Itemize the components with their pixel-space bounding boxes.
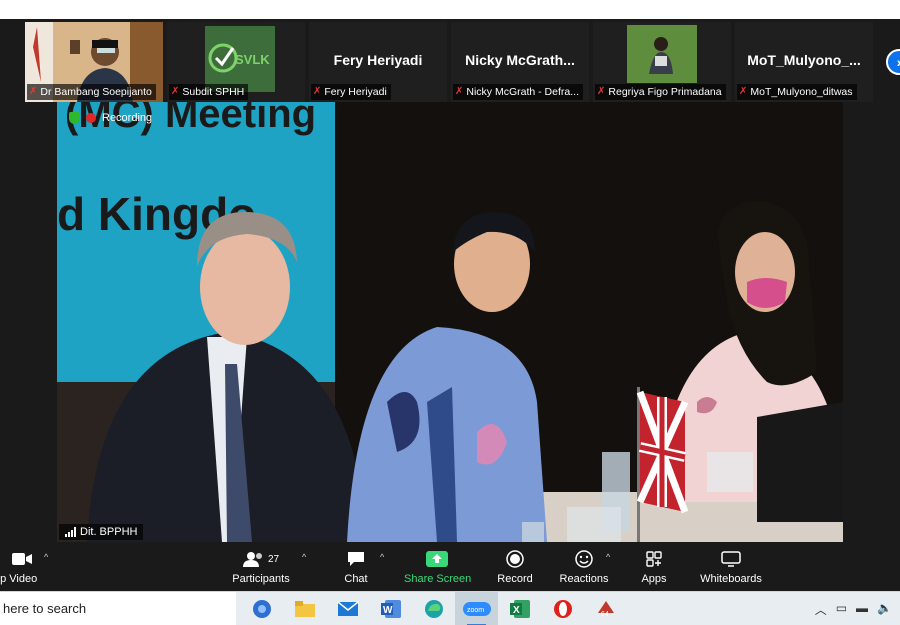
reactions-button[interactable]: Reactions [558,549,610,585]
mic-muted-icon: ✗ [171,86,180,97]
reactions-icon [558,549,610,569]
participant-display-name: Fery Heriyadi [333,52,423,68]
participant-label: ✗ Nicky McGrath - Defra... [453,84,583,100]
taskbar-edge-icon[interactable] [412,592,455,625]
signal-bars-icon [65,527,76,537]
zoom-meeting-window: ✗ Dr Bambang Soepijanto SVLK ✗ Subdit SPHH… [0,19,900,591]
recording-indicator[interactable]: Recording [69,112,152,124]
whiteboards-button[interactable]: Whiteboards [698,549,764,585]
record-button[interactable]: Record [495,549,535,585]
participant-tile[interactable]: Nicky McGrath... ✗ Nicky McGrath - Defra.… [451,22,589,102]
reactions-label: Reactions [559,573,609,585]
participant-label: ✗ Subdit SPHH [169,84,249,100]
share-screen-button[interactable]: Share Screen [404,549,472,585]
security-shield-icon [69,112,80,124]
mic-muted-icon: ✗ [739,86,748,97]
windows-taskbar: here to search W zoom X 64 ︿ ▭ ▬ 🔈 [0,591,900,625]
record-icon [495,549,535,569]
speaker-name: Dit. BPPHH [80,526,138,538]
stop-video-button[interactable]: op Video [0,549,44,585]
whiteboards-label: Whiteboards [700,573,762,585]
recording-label: Recording [102,112,153,124]
participant-display-name: Nicky McGrath... [465,52,575,68]
taskbar-search-box[interactable]: here to search [0,592,236,625]
tray-volume-icon[interactable]: 🔈 [877,601,892,618]
record-label: Record [497,573,533,585]
apps-label: Apps [641,573,667,585]
meeting-toolbar: op Video ^ 27 Participants ^ Chat ^ Shar… [0,543,900,591]
video-options-caret[interactable]: ^ [44,552,48,562]
taskbar-edge-blue-icon[interactable] [240,592,283,625]
stop-video-label: op Video [0,573,38,585]
taskbar-excel-icon[interactable]: X [498,592,541,625]
reactions-options-caret[interactable]: ^ [606,552,610,562]
mic-muted-icon: ✗ [455,86,464,97]
active-speaker-video: (MC) Meeting d Kingdo Recording Dit. BPP… [57,102,843,542]
chat-label: Chat [344,573,368,585]
mic-muted-icon: ✗ [313,86,322,97]
participant-label: ✗ Dr Bambang Soepijanto [27,84,156,100]
tray-network-icon[interactable]: ▭ [836,601,847,618]
participant-tile[interactable]: ✗ Regriya Figo Primadana [593,22,731,102]
participant-label: ✗ MoT_Mulyono_ditwas [737,84,857,100]
whiteboard-icon [698,549,764,569]
participant-strip: ✗ Dr Bambang Soepijanto SVLK ✗ Subdit SPHH… [25,22,873,102]
system-tray: ︿ ▭ ▬ 🔈 [815,601,892,618]
svg-text:W: W [383,605,393,616]
svg-text:X: X [513,605,520,616]
taskbar-game-icon[interactable]: 64 [584,592,627,625]
participants-options-caret[interactable]: ^ [302,552,306,562]
taskbar-file-explorer-icon[interactable] [283,592,326,625]
mic-muted-icon: ✗ [29,86,38,97]
speaker-name-tag: Dit. BPPHH [59,524,144,540]
tray-expand-icon[interactable]: ︿ [815,601,827,618]
desktop: ✗ Dr Bambang Soepijanto SVLK ✗ Subdit SPHH… [0,0,900,625]
apps-icon [638,549,670,569]
search-placeholder: here to search [3,601,87,616]
participants-icon: 27 [230,549,292,569]
game-badge: 64 [601,611,609,618]
participant-tile[interactable]: ✗ Dr Bambang Soepijanto [25,22,163,102]
recording-dot-icon [86,113,96,123]
share-screen-icon [404,549,470,569]
video-camera-icon [0,549,44,569]
share-screen-label: Share Screen [404,573,472,585]
taskbar-apps: W zoom X 64 [240,592,627,625]
tray-battery-icon[interactable]: ▬ [856,601,868,618]
taskbar-zoom-icon[interactable]: zoom [455,592,498,625]
apps-button[interactable]: Apps [638,549,670,585]
svlk-logo-text: SVLK [235,52,270,67]
mic-muted-icon: ✗ [597,86,606,97]
participant-label: ✗ Fery Heriyadi [311,84,391,100]
participants-count: 27 [267,553,280,565]
taskbar-opera-icon[interactable] [541,592,584,625]
taskbar-word-icon[interactable]: W [369,592,412,625]
participant-tile[interactable]: Fery Heriyadi ✗ Fery Heriyadi [309,22,447,102]
chat-button[interactable]: Chat [338,549,374,585]
participants-label: Participants [232,573,290,585]
taskbar-mail-icon[interactable] [326,592,369,625]
chat-icon [338,549,374,569]
participant-tile[interactable]: MoT_Mulyono_... ✗ MoT_Mulyono_ditwas [735,22,873,102]
meeting-scene [87,201,843,542]
participant-tile[interactable]: SVLK ✗ Subdit SPHH [167,22,305,102]
chat-options-caret[interactable]: ^ [380,552,384,562]
participant-display-name: MoT_Mulyono_... [747,52,861,68]
participants-button[interactable]: 27 Participants [230,549,292,585]
participant-label: ✗ Regriya Figo Primadana [595,84,726,100]
next-page-button[interactable]: › [886,49,900,75]
zoom-app-label: zoom [467,607,484,614]
